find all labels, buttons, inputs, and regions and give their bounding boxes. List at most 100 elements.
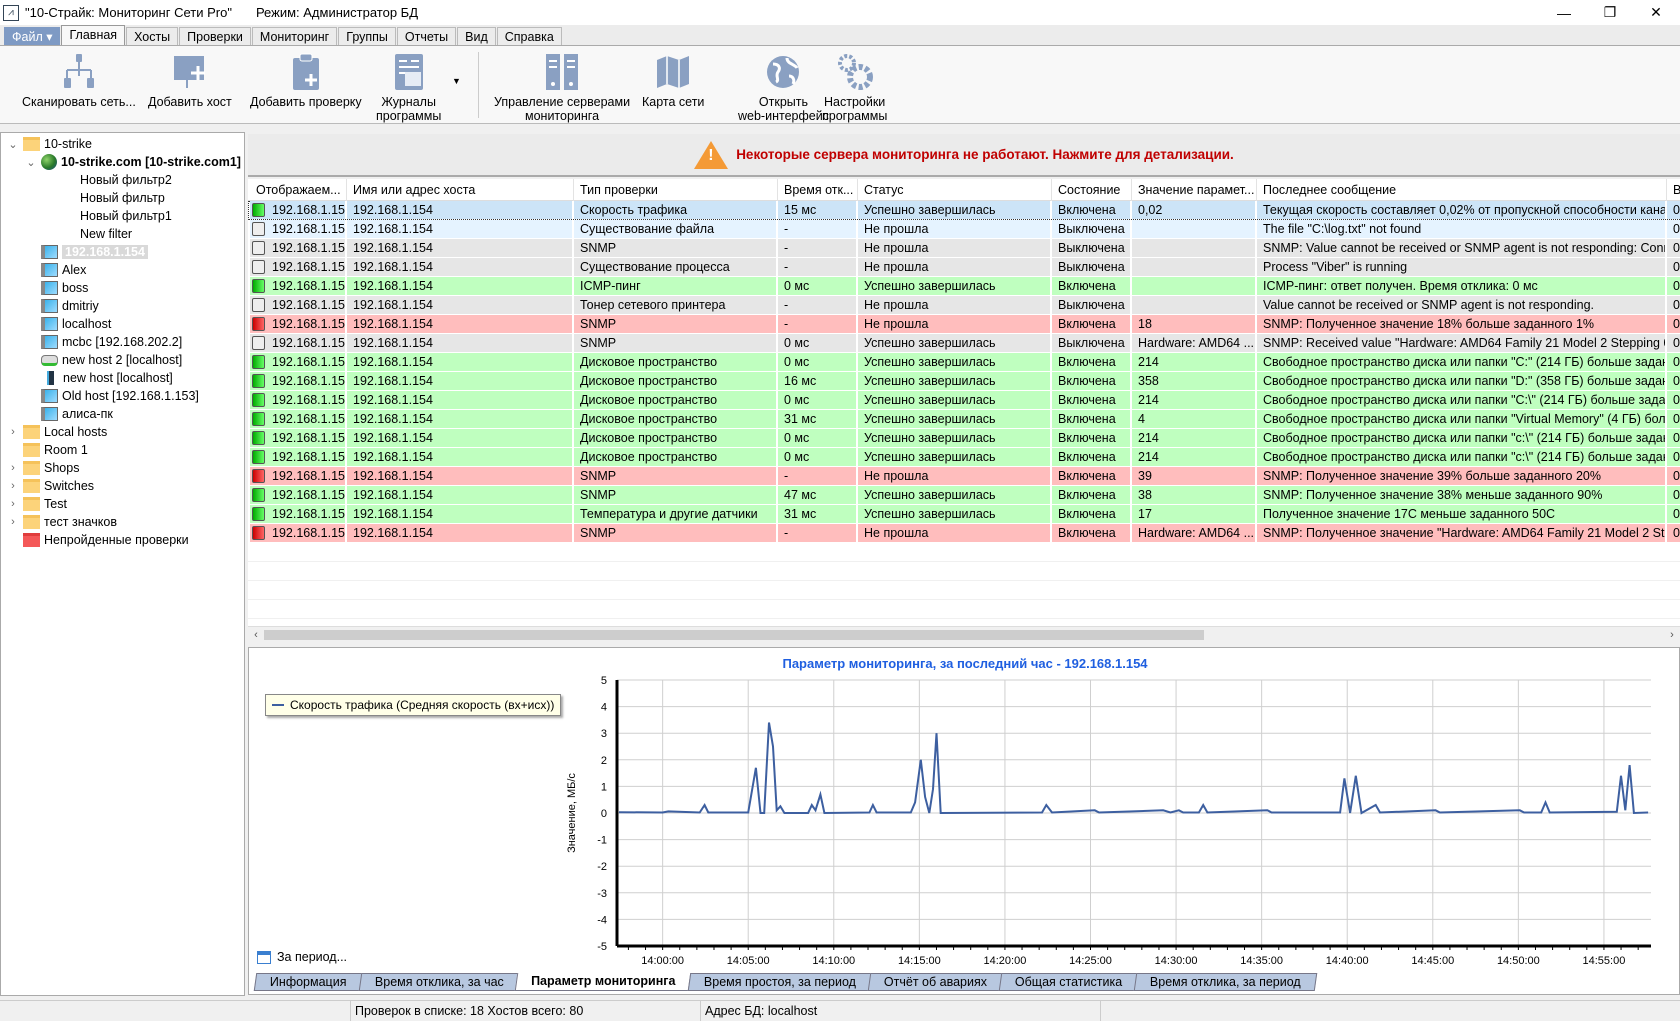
table-row[interactable]: 192.168.1.154192.168.1.154SNMP47 мсУспеш… — [248, 486, 1680, 505]
close-button[interactable]: ✕ — [1633, 0, 1679, 25]
tab-информация[interactable]: Информация — [254, 973, 363, 991]
table-row[interactable]: 192.168.1.154192.168.1.154SNMP-Не прошла… — [248, 524, 1680, 543]
cell-8: 0 — [1667, 524, 1680, 542]
tree-item[interactable]: ›Switches — [7, 477, 94, 495]
period-button[interactable]: За период... — [257, 950, 347, 964]
column-header-0[interactable]: Отображаем... — [250, 179, 347, 201]
scroll-left-arrow-icon[interactable]: ‹ — [248, 627, 264, 643]
expand-toggle-icon[interactable]: › — [7, 498, 19, 510]
column-header-5[interactable]: Состояние — [1052, 179, 1132, 201]
tree-item[interactable]: ›тест значков — [7, 513, 117, 531]
ribbon-button-globe[interactable]: Открыть web-интерфейс — [738, 52, 829, 123]
tree-item[interactable]: Old host [192.168.1.153] — [25, 387, 199, 405]
scrollbar-thumb[interactable] — [264, 630, 1204, 640]
horizontal-scrollbar[interactable]: ‹ › — [248, 626, 1680, 642]
tree-item[interactable]: ›Shops — [7, 459, 79, 477]
ribbon-button-servers[interactable]: Управление серверами мониторинга — [494, 52, 630, 123]
ribbon-button-add-check[interactable]: Добавить проверку — [250, 52, 362, 109]
dropdown-arrow-icon[interactable]: ▼ — [452, 76, 461, 86]
tree-item[interactable]: Новый фильтр — [43, 189, 165, 207]
tree-item[interactable]: Непройденные проверки — [7, 531, 189, 549]
tree-item[interactable]: ›Local hosts — [7, 423, 107, 441]
tab-вид[interactable]: Вид — [457, 27, 496, 46]
column-header-6[interactable]: Значение парамет... — [1132, 179, 1257, 201]
table-row[interactable]: 192.168.1.154192.168.1.154SNMP-Не прошла… — [248, 467, 1680, 486]
tree-item[interactable]: Новый фильтр2 — [43, 171, 172, 189]
table-row[interactable]: 192.168.1.154192.168.1.154Дисковое прост… — [248, 448, 1680, 467]
table-row[interactable]: 192.168.1.154192.168.1.154Существование … — [248, 258, 1680, 277]
ribbon-button-gears[interactable]: Настройки программы — [822, 52, 887, 123]
y-tick-label: -3 — [597, 888, 607, 900]
ribbon-button-add-host[interactable]: Добавить хост — [148, 52, 232, 109]
tree-item[interactable]: ›Test — [7, 495, 67, 513]
alert-banner[interactable]: ! Некоторые сервера мониторинга не работ… — [248, 134, 1680, 177]
table-row[interactable]: 192.168.1.154192.168.1.154Дисковое прост… — [248, 372, 1680, 391]
table-row[interactable]: 192.168.1.154192.168.1.154Существование … — [248, 220, 1680, 239]
table-row[interactable]: 192.168.1.154192.168.1.154Дисковое прост… — [248, 429, 1680, 448]
tree-item[interactable]: Room 1 — [7, 441, 88, 459]
column-header-4[interactable]: Статус — [858, 179, 1052, 201]
column-header-2[interactable]: Тип проверки — [574, 179, 778, 201]
expand-toggle-icon[interactable]: ⌄ — [25, 156, 37, 169]
minimize-button[interactable]: — — [1541, 0, 1587, 25]
table-row[interactable]: 192.168.1.154192.168.1.154Дисковое прост… — [248, 410, 1680, 429]
ribbon-button-logs[interactable]: Журналы программы — [376, 52, 441, 123]
tree-item[interactable]: dmitriy — [25, 297, 99, 315]
column-header-7[interactable]: Последнее сообщение — [1257, 179, 1667, 201]
cell-8: 0 — [1667, 258, 1680, 276]
cell-1: 192.168.1.154 — [347, 391, 574, 409]
tab-справка[interactable]: Справка — [497, 27, 562, 46]
column-header-8[interactable]: В — [1667, 179, 1680, 201]
tree-item[interactable]: New filter — [43, 225, 132, 243]
host-tree[interactable]: ⌄10-strike⌄10-strike.com [10-strike.com1… — [0, 132, 245, 996]
table-row[interactable]: 192.168.1.154192.168.1.154Дисковое прост… — [248, 353, 1680, 372]
ribbon-button-network-scan[interactable]: Сканировать сеть... — [22, 52, 136, 109]
tree-item[interactable]: ⌄10-strike — [7, 135, 92, 153]
tab-проверки[interactable]: Проверки — [179, 27, 251, 46]
tab-главная[interactable]: Главная — [61, 25, 125, 46]
tree-item[interactable]: 192.168.1.154 — [25, 243, 148, 261]
tab-время-простоя-за-период[interactable]: Время простоя, за период — [688, 973, 873, 991]
table-row[interactable]: 192.168.1.154192.168.1.154Скорость трафи… — [248, 201, 1680, 220]
expand-toggle-icon[interactable]: › — [7, 516, 19, 528]
tree-item[interactable]: new host 2 [localhost] — [25, 351, 182, 369]
table-row[interactable]: 192.168.1.154192.168.1.154SNMP0 мсУспешн… — [248, 334, 1680, 353]
tab-мониторинг[interactable]: Мониторинг — [252, 27, 337, 46]
cell-6: Hardware: AMD64 ... — [1132, 334, 1257, 352]
tree-item[interactable]: new host [localhost] — [25, 369, 173, 387]
table-row[interactable]: 192.168.1.154192.168.1.154Температура и … — [248, 505, 1680, 524]
tab-время-отклика-за-час[interactable]: Время отклика, за час — [358, 973, 519, 991]
restore-button[interactable]: ❐ — [1587, 0, 1633, 25]
table-row[interactable]: 192.168.1.154192.168.1.154SNMP-Не прошла… — [248, 315, 1680, 334]
cell-6: 4 — [1132, 410, 1257, 428]
column-header-3[interactable]: Время отк... — [778, 179, 858, 201]
tree-item[interactable]: Alex — [25, 261, 86, 279]
tree-item[interactable]: Новый фильтр1 — [43, 207, 172, 225]
expand-toggle-icon[interactable]: › — [7, 480, 19, 492]
tree-item[interactable]: mcbc [192.168.202.2] — [25, 333, 182, 351]
expand-toggle-icon[interactable]: › — [7, 426, 19, 438]
scroll-right-arrow-icon[interactable]: › — [1664, 627, 1680, 643]
cell-5: Включена — [1052, 201, 1132, 219]
table-row[interactable]: 192.168.1.154192.168.1.154SNMP-Не прошла… — [248, 239, 1680, 258]
tab-параметр-мониторинга[interactable]: Параметр мониторинга — [515, 973, 692, 991]
tree-item[interactable]: ⌄10-strike.com [10-strike.com1] — [25, 153, 241, 171]
table-row[interactable]: 192.168.1.154192.168.1.154Тонер сетевого… — [248, 296, 1680, 315]
column-header-1[interactable]: Имя или адрес хоста — [347, 179, 574, 201]
ribbon-button-map[interactable]: Карта сети — [642, 52, 704, 109]
tab-хосты[interactable]: Хосты — [126, 27, 178, 46]
tab-группы[interactable]: Группы — [338, 27, 396, 46]
tab-время-отклика-за-период[interactable]: Время отклика, за период — [1134, 973, 1317, 991]
expand-toggle-icon[interactable]: › — [7, 462, 19, 474]
table-row[interactable]: 192.168.1.154192.168.1.154Дисковое прост… — [248, 391, 1680, 410]
tab-отчеты[interactable]: Отчеты — [397, 27, 456, 46]
tree-item[interactable]: алиса-пк — [25, 405, 113, 423]
table-row[interactable]: 192.168.1.154192.168.1.154ICMP-пинг0 мсУ… — [248, 277, 1680, 296]
tree-item[interactable]: boss — [25, 279, 88, 297]
tab-общая-статистика[interactable]: Общая статистика — [999, 973, 1139, 991]
tab-отчёт-об-авариях[interactable]: Отчёт об авариях — [868, 973, 1004, 991]
host-icon — [41, 335, 58, 349]
tree-item[interactable]: localhost — [25, 315, 111, 333]
file-menu-button[interactable]: Файл ▾ — [4, 27, 60, 46]
expand-toggle-icon[interactable]: ⌄ — [7, 138, 19, 151]
